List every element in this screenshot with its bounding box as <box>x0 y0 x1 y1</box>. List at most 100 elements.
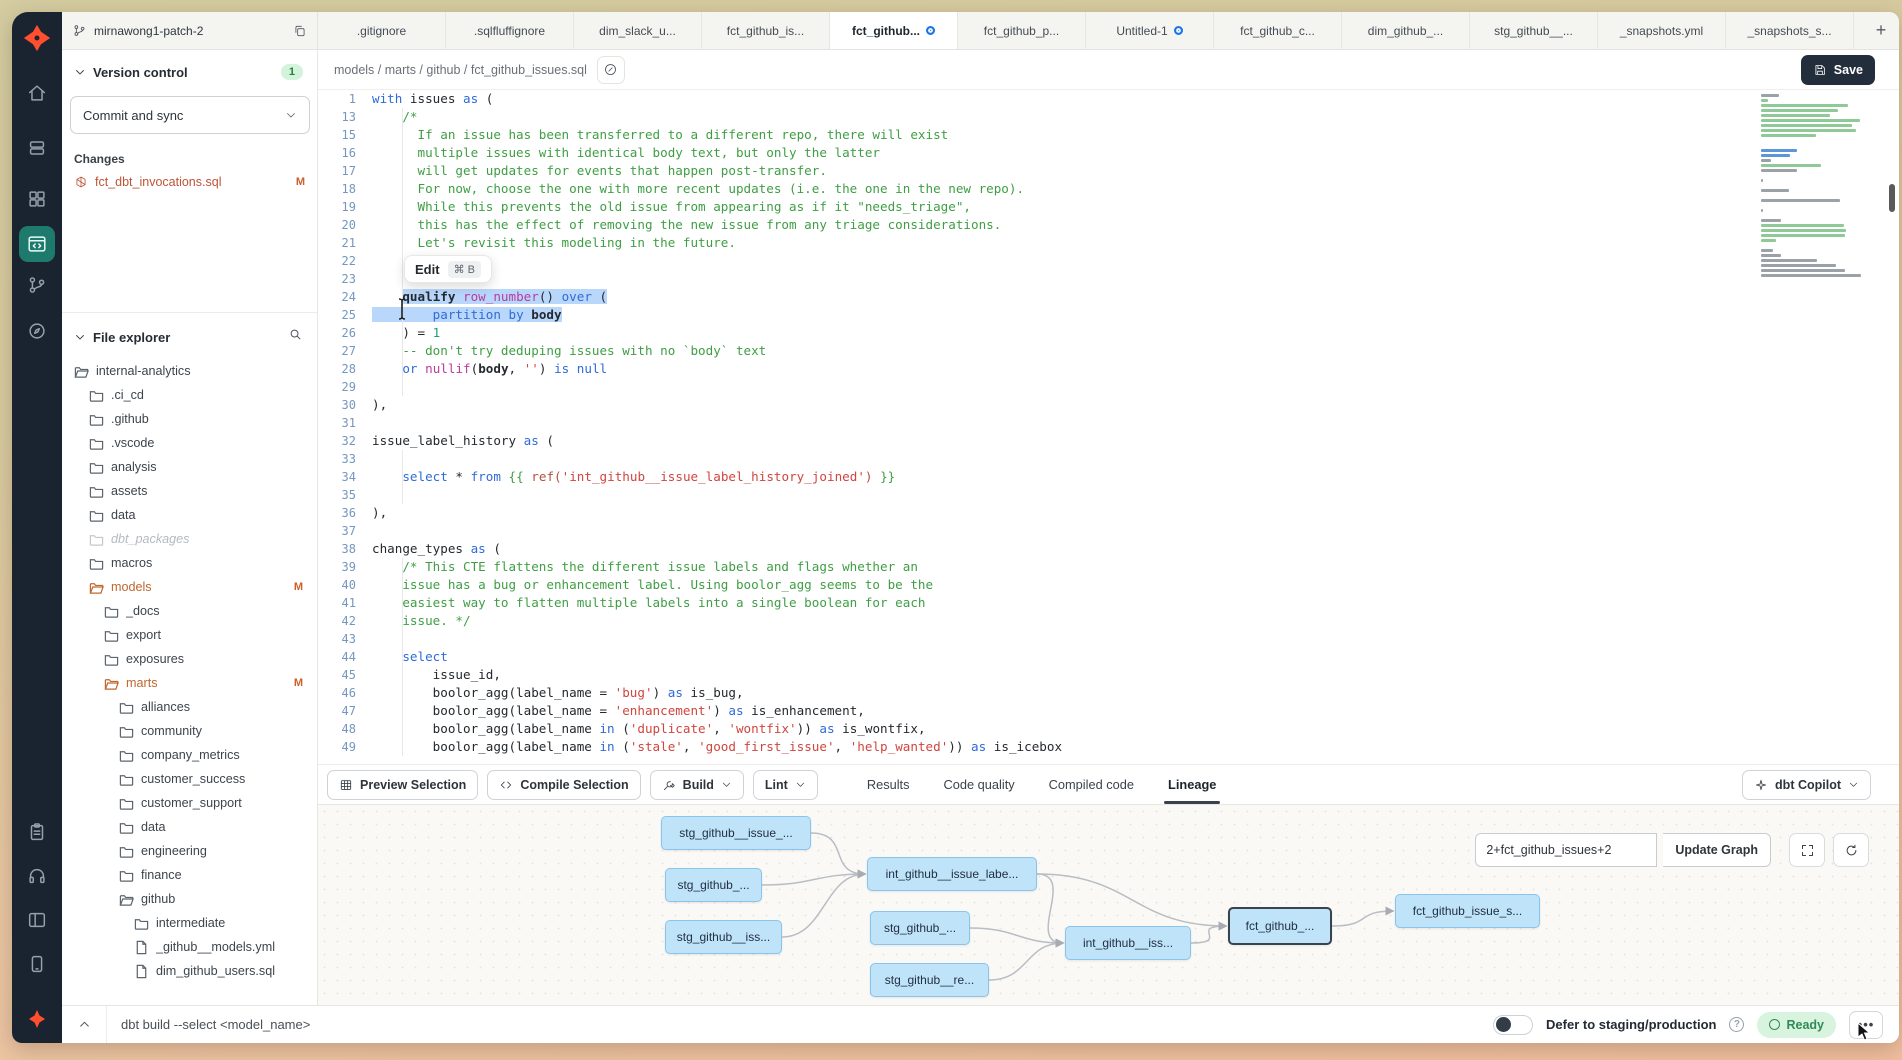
tab-snapshots-s[interactable]: _snapshots_s... <box>1726 12 1854 49</box>
code-line-21[interactable]: 21 Let's revisit this modeling in the fu… <box>318 234 1899 252</box>
defer-toggle[interactable] <box>1493 1015 1533 1035</box>
code-line-22[interactable]: 22 <box>318 252 1899 270</box>
tree-item-assets[interactable]: assets <box>62 479 317 503</box>
tab-fct-github-is[interactable]: fct_github_is... <box>702 12 830 49</box>
nav-panel-layout[interactable] <box>19 902 55 938</box>
tab-snapshots-yml[interactable]: _snapshots.yml <box>1598 12 1726 49</box>
tree-item-docs[interactable]: _docs <box>62 599 317 623</box>
branch-selector[interactable]: mirnawong1-patch-2 <box>62 12 318 49</box>
lineage-node-stg-github-issue[interactable]: stg_github__issue_... <box>661 816 811 850</box>
tree-item-exposures[interactable]: exposures <box>62 647 317 671</box>
nav-notebook[interactable] <box>19 814 55 850</box>
nav-environments[interactable] <box>19 130 55 166</box>
lineage-node-stg-github-re[interactable]: stg_github__re... <box>870 963 989 997</box>
tab-fct-github-p[interactable]: fct_github_p... <box>958 12 1086 49</box>
tab-gitignore[interactable]: .gitignore <box>318 12 446 49</box>
tree-item-finance[interactable]: finance <box>62 863 317 887</box>
tree-item-analysis[interactable]: analysis <box>62 455 317 479</box>
new-tab-button[interactable]: + <box>1863 12 1899 49</box>
code-line-49[interactable]: 49 boolor_agg(label_name in ('stale', 'g… <box>318 738 1899 756</box>
code-line-41[interactable]: 41 easiest way to flatten multiple label… <box>318 594 1899 612</box>
tab-dim-slack-u[interactable]: dim_slack_u... <box>574 12 702 49</box>
file-search-button[interactable] <box>288 327 303 347</box>
tree-item-data[interactable]: data <box>62 815 317 839</box>
results-tab-compiled-code[interactable]: Compiled code <box>1049 765 1134 804</box>
code-line-15[interactable]: 15 If an issue has been transferred to a… <box>318 126 1899 144</box>
edit-popup-label[interactable]: Edit <box>415 262 440 277</box>
copy-icon[interactable] <box>293 24 307 38</box>
code-line-23[interactable]: 23 <box>318 270 1899 288</box>
lineage-node-int-github-iss[interactable]: int_github__iss... <box>1065 926 1191 960</box>
tree-item-internal-analytics[interactable]: internal-analytics <box>62 359 317 383</box>
tree-item-alliances[interactable]: alliances <box>62 695 317 719</box>
tab-fct-github-c[interactable]: fct_github_c... <box>1214 12 1342 49</box>
nav-support[interactable] <box>19 858 55 894</box>
tree-item-company-metrics[interactable]: company_metrics <box>62 743 317 767</box>
code-line-32[interactable]: 32issue_label_history as ( <box>318 432 1899 450</box>
code-line-40[interactable]: 40 issue has a bug or enhancement label.… <box>318 576 1899 594</box>
code-line-35[interactable]: 35 <box>318 486 1899 504</box>
code-line-19[interactable]: 19 While this prevents the old issue fro… <box>318 198 1899 216</box>
compile-selection-button[interactable]: Compile Selection <box>487 770 640 800</box>
code-line-46[interactable]: 46 boolor_agg(label_name = 'bug') as is_… <box>318 684 1899 702</box>
tab-sqlfluffignore[interactable]: .sqlfluffignore <box>446 12 574 49</box>
code-line-31[interactable]: 31 <box>318 414 1899 432</box>
nav-explore[interactable] <box>19 313 55 349</box>
chevron-down-icon[interactable] <box>74 331 86 343</box>
tree-item-github[interactable]: .github <box>62 407 317 431</box>
code-line-38[interactable]: 38change_types as ( <box>318 540 1899 558</box>
tree-item-ci-cd[interactable]: .ci_cd <box>62 383 317 407</box>
nav-ide[interactable] <box>19 226 55 262</box>
tree-item-dim-github-users-sql[interactable]: dim_github_users.sql <box>62 959 317 983</box>
edit-popup[interactable]: Edit ⌘ B <box>404 255 492 283</box>
code-line-26[interactable]: 26 ) = 1 <box>318 324 1899 342</box>
code-line-37[interactable]: 37 <box>318 522 1899 540</box>
tree-item-export[interactable]: export <box>62 623 317 647</box>
tree-item-marts[interactable]: martsM <box>62 671 317 695</box>
code-line-33[interactable]: 33 <box>318 450 1899 468</box>
dbt-copilot-button[interactable]: dbt Copilot <box>1742 770 1871 800</box>
code-line-28[interactable]: 28 or nullif(body, '') is null <box>318 360 1899 378</box>
tree-item-macros[interactable]: macros <box>62 551 317 575</box>
build-button[interactable]: Build <box>650 770 744 800</box>
tree-item-github-models-yml[interactable]: _github__models.yml <box>62 935 317 959</box>
update-graph-button[interactable]: Update Graph <box>1663 833 1771 867</box>
results-tab-results[interactable]: Results <box>867 765 910 804</box>
nav-branches[interactable] <box>19 267 55 303</box>
code-line-36[interactable]: 36), <box>318 504 1899 522</box>
code-line-16[interactable]: 16 multiple issues with identical body t… <box>318 144 1899 162</box>
help-icon[interactable]: ? <box>1729 1017 1744 1032</box>
nav-home[interactable] <box>19 75 55 111</box>
dbt-logo[interactable] <box>19 20 55 56</box>
tab-dim-github[interactable]: dim_github_... <box>1342 12 1470 49</box>
nav-mobile[interactable] <box>19 946 55 982</box>
lint-button[interactable]: Lint <box>753 770 818 800</box>
tab-untitled-1[interactable]: Untitled-1 <box>1086 12 1214 49</box>
code-line-48[interactable]: 48 boolor_agg(label_name in ('duplicate'… <box>318 720 1899 738</box>
code-line-39[interactable]: 39 /* This CTE flattens the different is… <box>318 558 1899 576</box>
file-docs-button[interactable] <box>597 56 625 84</box>
commit-and-sync-button[interactable]: Commit and sync <box>70 96 310 134</box>
tree-item-customer-support[interactable]: customer_support <box>62 791 317 815</box>
code-editor[interactable]: 1with issues as (13 /*15 If an issue has… <box>318 90 1899 764</box>
tree-item-dbt-packages[interactable]: dbt_packages <box>62 527 317 551</box>
command-input[interactable]: dbt build --select <model_name> <box>106 1006 1493 1043</box>
results-tab-code-quality[interactable]: Code quality <box>944 765 1015 804</box>
refresh-button[interactable] <box>1833 833 1869 867</box>
tree-item-models[interactable]: modelsM <box>62 575 317 599</box>
code-line-47[interactable]: 47 boolor_agg(label_name = 'enhancement'… <box>318 702 1899 720</box>
code-line-44[interactable]: 44 select <box>318 648 1899 666</box>
tree-item-community[interactable]: community <box>62 719 317 743</box>
code-line-34[interactable]: 34 select * from {{ ref('int_github__iss… <box>318 468 1899 486</box>
chevron-down-icon[interactable] <box>74 66 86 78</box>
code-line-1[interactable]: 1with issues as ( <box>318 90 1899 108</box>
tab-fct-github[interactable]: fct_github... <box>830 12 958 49</box>
code-line-45[interactable]: 45 issue_id, <box>318 666 1899 684</box>
code-line-29[interactable]: 29 <box>318 378 1899 396</box>
tree-item-engineering[interactable]: engineering <box>62 839 317 863</box>
code-line-20[interactable]: 20 this has the effect of removing the n… <box>318 216 1899 234</box>
tree-item-customer-success[interactable]: customer_success <box>62 767 317 791</box>
lineage-node-stg-github-iss[interactable]: stg_github__iss... <box>665 920 782 954</box>
code-line-18[interactable]: 18 For now, choose the one with more rec… <box>318 180 1899 198</box>
save-button[interactable]: Save <box>1801 55 1875 85</box>
